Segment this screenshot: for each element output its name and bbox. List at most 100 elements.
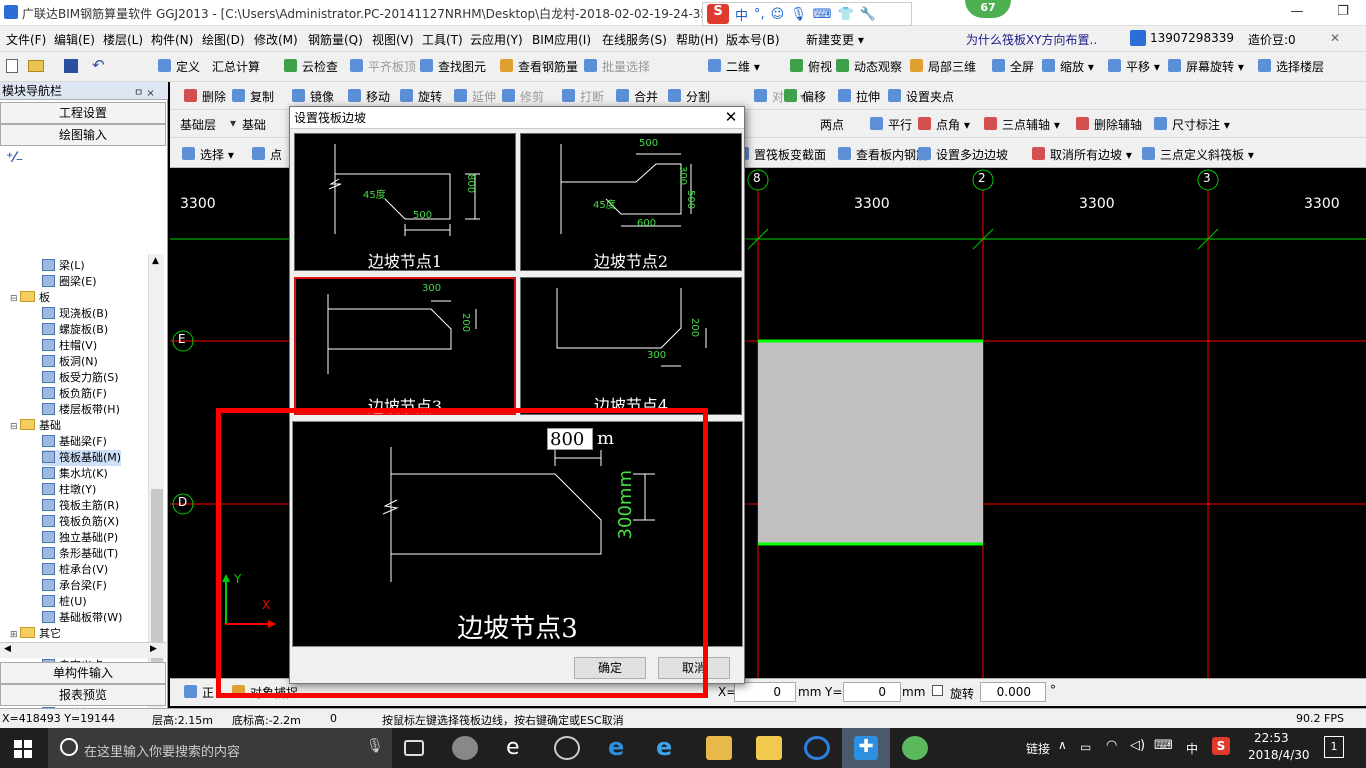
tree-node-18[interactable]: 条形基础(T)	[42, 546, 118, 562]
file-explorer-icon[interactable]	[706, 736, 732, 760]
tree-node-22[interactable]: 基础板带(W)	[42, 610, 122, 626]
tray-chevron-icon[interactable]: ∧	[1058, 738, 1067, 752]
toolbar2-item-4[interactable]: 旋转	[400, 88, 442, 105]
toolbar3-item-5[interactable]: 尺寸标注 ▾	[1154, 116, 1230, 133]
toolbar3-item-1[interactable]: 平行	[870, 116, 912, 133]
tree-node-19[interactable]: 桩承台(V)	[42, 562, 108, 578]
tree-node-23[interactable]: ⊞ 其它	[10, 626, 61, 642]
bean-count[interactable]: 造价豆:0	[1248, 31, 1296, 48]
keyboard-icon[interactable]: ⌨	[813, 7, 832, 22]
glodon-g-icon[interactable]	[804, 736, 830, 760]
clock-date[interactable]: 2018/4/30	[1248, 748, 1310, 762]
mic-icon[interactable]: 🎙	[366, 738, 384, 754]
toolbar1-item-15[interactable]: 选择楼层	[1258, 58, 1324, 75]
toolbar1-item-9[interactable]: 动态观察	[836, 58, 902, 75]
tree-hscrollbar[interactable]: ◀ ▶	[0, 642, 166, 658]
menu-item-11[interactable]: 在线服务(S)	[602, 31, 667, 48]
task-view-icon[interactable]	[404, 740, 424, 756]
tree-node-10[interactable]: ⊟ 基础	[10, 418, 61, 434]
tree-node-17[interactable]: 独立基础(P)	[42, 530, 118, 546]
windows-start-icon[interactable]	[14, 740, 32, 758]
tree-node-5[interactable]: 柱帽(V)	[42, 338, 97, 354]
menu-item-3[interactable]: 构件(N)	[151, 31, 193, 48]
tree-node-15[interactable]: 筏板主筋(R)	[42, 498, 119, 514]
toolbar3-item-3[interactable]: 三点辅轴 ▾	[984, 116, 1060, 133]
toolbar4-item-1[interactable]: 查看板内钢筋	[838, 146, 928, 163]
ime-lang[interactable]: 中	[735, 5, 748, 24]
slope-node-3-option[interactable]: 300 200 边坡节点3	[294, 277, 516, 416]
toolbar1-item-6[interactable]: 批量选择	[584, 58, 650, 75]
toolbar2-item-13[interactable]: 设置夹点	[888, 88, 954, 105]
toolbar2-item-1[interactable]: 复制	[232, 88, 274, 105]
ie-icon[interactable]: e	[656, 735, 682, 760]
slope-node-2-option[interactable]: 500 300 500 45度 600 边坡节点2	[520, 133, 742, 271]
sogou-icon[interactable]: S	[707, 4, 729, 24]
tree-node-14[interactable]: 柱墩(Y)	[42, 482, 96, 498]
menu-item-10[interactable]: BIM应用(I)	[532, 31, 591, 48]
pin-icon[interactable]: ㅁ ×	[134, 84, 155, 99]
skin-icon[interactable]: 👕	[838, 7, 854, 22]
tree-node-9[interactable]: 楼层板带(H)	[42, 402, 120, 418]
emoji-icon[interactable]: ☺	[771, 7, 785, 22]
new-file-icon[interactable]	[6, 59, 18, 73]
toolbar1-item-11[interactable]: 全屏	[992, 58, 1034, 75]
app-swirl-icon[interactable]	[554, 736, 580, 760]
cancel-button[interactable]: 取消	[658, 657, 730, 679]
toolbar1-item-7[interactable]: 二维 ▾	[708, 58, 760, 75]
toolbar4-item-4[interactable]: 三点定义斜筏板 ▾	[1142, 146, 1254, 163]
scroll-right-icon[interactable]: ▶	[150, 644, 157, 654]
snap-toggle[interactable]: 对象捕捉	[232, 684, 298, 701]
menu-item-13[interactable]: 版本号(B)	[726, 31, 780, 48]
tree-node-11[interactable]: 基础梁(F)	[42, 434, 107, 450]
height-label[interactable]: 300mm	[615, 470, 636, 539]
tree-node-4[interactable]: 螺旋板(B)	[42, 322, 108, 338]
menu-item-9[interactable]: 云应用(Y)	[470, 31, 523, 48]
mic-icon[interactable]: 🎙	[790, 7, 807, 22]
toolbar1-item-3[interactable]: 平齐板顶	[350, 58, 416, 75]
search-box[interactable]: 在这里输入你要搜索的内容 🎙	[48, 728, 392, 768]
scroll-up-icon[interactable]: ▲	[152, 256, 159, 266]
tree-node-7[interactable]: 板受力筋(S)	[42, 370, 119, 386]
slope-node-1-option[interactable]: 45度 800 500 边坡节点1	[294, 133, 516, 271]
toolbar4-item-0[interactable]: 置筏板变截面	[736, 146, 826, 163]
tree-node-2[interactable]: ⊟ 板	[10, 290, 50, 306]
tree-node-13[interactable]: 集水坑(K)	[42, 466, 108, 482]
toolbar1-item-4[interactable]: 查找图元	[420, 58, 486, 75]
toolbar4-item-2[interactable]: 设置多边边坡	[918, 146, 1008, 163]
maximize-button[interactable]: ❐	[1320, 0, 1366, 26]
rotate-input[interactable]	[980, 682, 1046, 702]
floor-dropdown-icon[interactable]: ▾	[230, 116, 236, 130]
user-phone[interactable]: 13907298339	[1150, 31, 1234, 45]
y-input[interactable]	[843, 682, 901, 702]
undo-icon[interactable]: ↶	[92, 56, 105, 74]
green-app-icon[interactable]	[902, 736, 928, 760]
report-preview-button[interactable]: 报表预览	[0, 684, 166, 706]
toolbar2-item-2[interactable]: 镜像	[292, 88, 334, 105]
tree-toggle-icon[interactable]: ⊟	[10, 419, 20, 435]
menu-item-14[interactable]: 新建变更 ▾	[806, 31, 864, 48]
toolbar3-item-0[interactable]: 两点	[820, 116, 844, 133]
tray-ime[interactable]: 中	[1186, 740, 1198, 757]
width-input[interactable]	[547, 428, 593, 450]
battery-icon[interactable]: ▭	[1080, 740, 1091, 754]
slope-node-4-option[interactable]: 200 300 边坡节点4	[520, 277, 742, 415]
punctuation-icon[interactable]: °,	[754, 7, 765, 22]
toolbar2-item-9[interactable]: 分割	[668, 88, 710, 105]
tree-toggle-icon[interactable]: ⊟	[10, 291, 20, 307]
ortho-toggle[interactable]: 正	[184, 684, 214, 701]
expand-all-icon[interactable]: ⁺⁄₋	[6, 150, 23, 166]
tree-node-16[interactable]: 筏板负筋(X)	[42, 514, 119, 530]
tray-link[interactable]: 链接	[1026, 740, 1050, 757]
toolbar2-item-11[interactable]: 偏移	[784, 88, 826, 105]
toolbar4-item-3[interactable]: 取消所有边坡 ▾	[1032, 146, 1132, 163]
tree-node-1[interactable]: 圈梁(E)	[42, 274, 97, 290]
project-settings-button[interactable]: 工程设置	[0, 102, 166, 124]
single-input-button[interactable]: 单构件输入	[0, 662, 166, 684]
toolbar1-item-8[interactable]: 俯视 ▾	[790, 58, 842, 75]
notes-icon[interactable]	[756, 736, 782, 760]
floor-select[interactable]: 基础层	[180, 116, 216, 133]
toolbar1-item-10[interactable]: 局部三维	[910, 58, 976, 75]
scroll-left-icon[interactable]: ◀	[4, 644, 11, 654]
toolbar1-item-12[interactable]: 缩放 ▾	[1042, 58, 1094, 75]
point-tool[interactable]: 点	[252, 146, 282, 163]
